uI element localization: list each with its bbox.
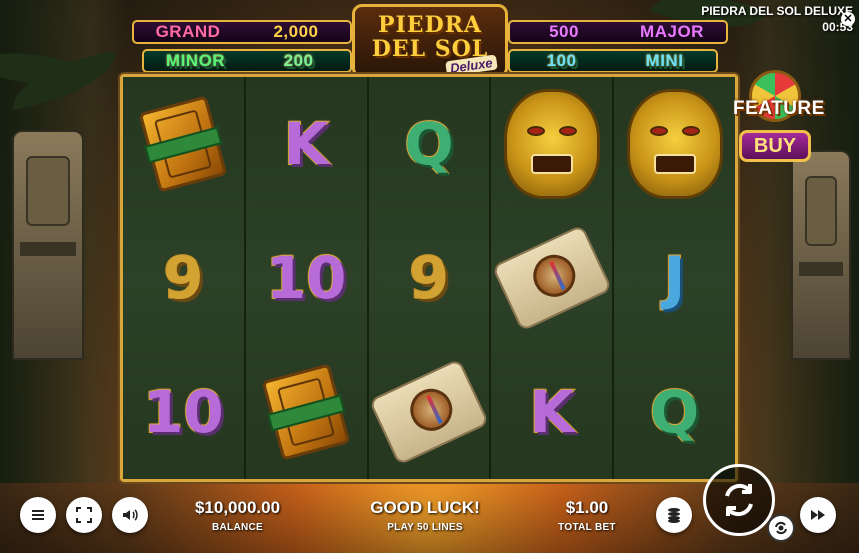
reel-4: K	[491, 77, 615, 479]
book-symbol-icon	[138, 95, 228, 193]
jackpot-mini-name: MINI	[645, 51, 684, 70]
balance-value: $10,000.00	[194, 498, 281, 517]
book-symbol-icon	[261, 363, 351, 461]
spin-button[interactable]	[703, 464, 775, 536]
jackpot-major-value: 500	[549, 22, 579, 41]
game-logo: PIEDRA DEL SOL Deluxe	[352, 4, 508, 78]
reel-2: K 10	[245, 77, 369, 479]
feature-buy-bottom-label: BUY	[739, 130, 811, 162]
map-compass-symbol-icon	[368, 358, 490, 466]
jackpot-mini-value: 100	[546, 51, 577, 70]
total-bet-display: $1.00 TOTAL BET	[552, 498, 622, 533]
reel-5: J Q	[614, 77, 735, 479]
symbol-9: 9	[162, 244, 204, 312]
symbol-q: Q	[403, 110, 454, 178]
reel-cell: 10	[246, 211, 367, 345]
close-icon[interactable]: ✕	[841, 12, 855, 26]
symbol-q: Q	[649, 378, 700, 446]
reel-cell: Q	[614, 345, 735, 479]
menu-button[interactable]	[20, 497, 56, 533]
reel-cell: K	[246, 77, 367, 211]
stone-totem-left	[12, 130, 84, 360]
reel-cell	[246, 345, 367, 479]
sound-icon	[123, 509, 138, 521]
jackpot-major-name: MAJOR	[640, 22, 704, 41]
fast-forward-icon	[811, 510, 825, 520]
fullscreen-button[interactable]	[66, 497, 102, 533]
reel-cell	[491, 211, 613, 345]
reel-cell	[368, 345, 490, 479]
map-compass-symbol-icon	[491, 224, 613, 332]
jackpot-grand: GRAND 2,000	[132, 20, 352, 44]
bet-settings-button[interactable]	[656, 497, 692, 533]
symbol-9: 9	[408, 244, 450, 312]
autoplay-button[interactable]	[767, 514, 795, 542]
balance-display: $10,000.00 BALANCE	[180, 498, 295, 533]
golden-mask-symbol-icon	[626, 89, 723, 199]
stone-totem-right	[791, 150, 851, 360]
reel-cell: 10	[123, 345, 244, 479]
autoplay-icon	[775, 521, 787, 535]
reel-cell: 9	[369, 211, 490, 345]
reel-cell: K	[491, 345, 612, 479]
coins-icon	[668, 508, 680, 523]
message-display: GOOD LUCK! PLAY 50 LINES	[360, 498, 490, 533]
status-message: GOOD LUCK!	[370, 498, 480, 517]
total-bet-label: TOTAL BET	[558, 522, 616, 533]
jackpot-major: 500 MAJOR	[508, 20, 728, 44]
symbol-10: 10	[265, 244, 348, 312]
reel-cell: Q	[369, 77, 490, 211]
feature-buy-top-label: FEATURE	[733, 98, 825, 119]
feature-buy-button[interactable]: FEATURE BUY	[733, 70, 825, 170]
reel-cell: 9	[123, 211, 244, 345]
reel-cell	[123, 77, 244, 211]
reel-grid: 9 10 K 10 Q 9 K J Q	[120, 74, 738, 482]
balance-label: BALANCE	[212, 522, 263, 533]
reel-cell	[491, 77, 612, 211]
reel-3: Q 9	[368, 77, 492, 479]
total-bet-value: $1.00	[565, 498, 609, 517]
jackpot-minor: MINOR 200	[142, 49, 352, 73]
jackpot-grand-value: 2,000	[273, 22, 319, 41]
sound-button[interactable]	[112, 497, 148, 533]
turbo-button[interactable]	[800, 497, 836, 533]
logo-line-1: PIEDRA	[377, 12, 483, 38]
symbol-k: K	[528, 378, 575, 446]
reel-1: 9 10	[123, 77, 246, 479]
spin-icon	[725, 483, 753, 517]
jackpot-mini: 100 MINI	[508, 49, 718, 73]
reel-cell	[614, 77, 735, 211]
jackpot-grand-name: GRAND	[155, 22, 221, 41]
menu-icon	[32, 510, 44, 520]
symbol-j: J	[663, 244, 687, 312]
jackpot-minor-name: MINOR	[165, 51, 226, 70]
golden-mask-symbol-icon	[503, 89, 600, 199]
lines-label: PLAY 50 LINES	[387, 522, 463, 533]
jackpot-minor-value: 200	[283, 51, 314, 70]
jackpot-bar: GRAND 2,000 MINOR 200 500 MAJOR 100 MINI…	[120, 4, 740, 78]
fullscreen-icon	[76, 507, 92, 523]
symbol-k: K	[283, 110, 330, 178]
symbol-10: 10	[142, 378, 225, 446]
reel-cell: J	[614, 211, 735, 345]
